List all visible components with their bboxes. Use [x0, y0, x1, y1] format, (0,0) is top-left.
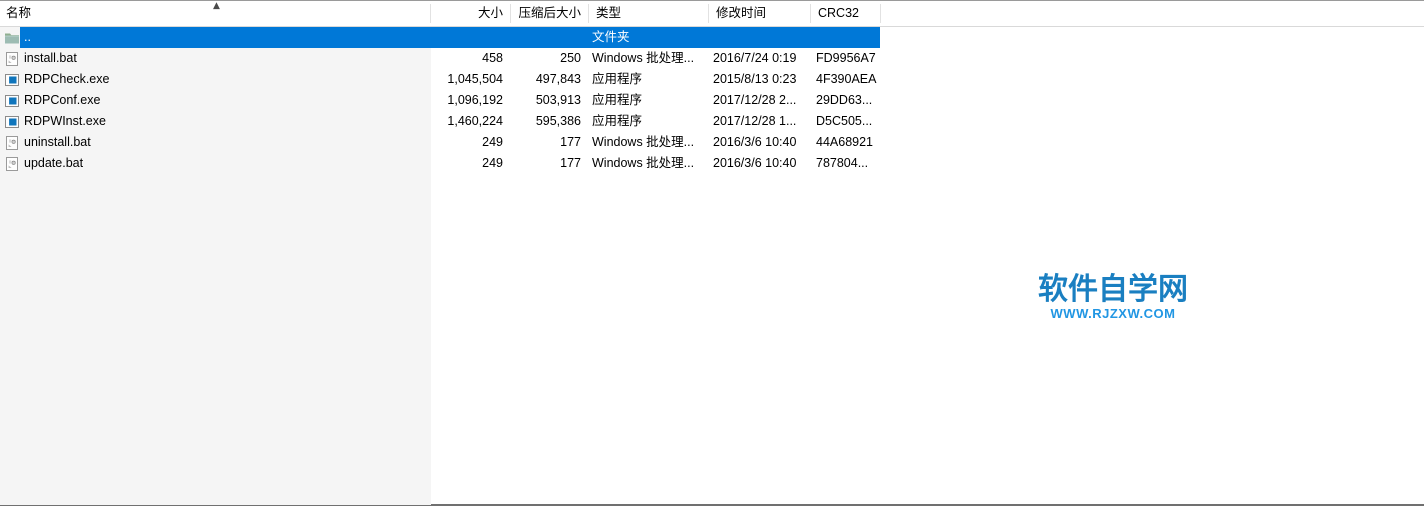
application-icon: [4, 72, 20, 88]
file-name-cell[interactable]: RDPConf.exe: [0, 90, 430, 111]
file-crc32-cell: 787804...: [816, 156, 869, 170]
column-header-type-label: 类型: [596, 6, 622, 20]
file-crc32-cell: D5C505...: [816, 114, 873, 128]
file-name-label: install.bat: [24, 51, 77, 65]
file-modified-cell: 2017/12/28 2...: [713, 93, 797, 107]
file-type-cell: Windows 批处理...: [592, 51, 695, 65]
file-packed-size-cell: 177: [560, 156, 581, 170]
file-packed-size-cell: [510, 27, 586, 48]
file-name-label: update.bat: [24, 156, 84, 170]
file-row[interactable]: RDPCheck.exe 1,045,504 497,843 应用程序 2015/8/1…: [0, 69, 1424, 90]
file-name-label: uninstall.bat: [24, 135, 91, 149]
file-row[interactable]: .. 文件夹: [0, 27, 1424, 48]
watermark-site-url: WWW.RJZXW.COM: [1050, 306, 1176, 321]
column-header-size[interactable]: 大小: [432, 1, 510, 26]
file-packed-size-cell: 595,386: [535, 114, 581, 128]
application-icon: [4, 114, 20, 130]
file-type-cell: 文件夹: [592, 30, 630, 44]
column-header-modified[interactable]: 修改时间: [710, 1, 810, 26]
file-name-cell[interactable]: RDPCheck.exe: [0, 69, 430, 90]
file-name-cell[interactable]: uninstall.bat: [0, 132, 430, 153]
file-size-cell: 249: [482, 156, 503, 170]
file-packed-size-cell: 497,843: [535, 72, 581, 86]
column-divider-name[interactable]: [430, 4, 431, 23]
file-packed-size-cell: 250: [560, 51, 581, 65]
application-icon: [4, 93, 20, 109]
file-row[interactable]: RDPConf.exe 1,096,192 503,913 应用程序 2017/12/2…: [0, 90, 1424, 111]
file-size-cell: 249: [482, 135, 503, 149]
file-name-cell[interactable]: ..: [0, 27, 430, 48]
file-crc32-cell: FD9956A7: [816, 51, 876, 65]
column-header-type[interactable]: 类型: [590, 1, 708, 26]
column-header-crc32[interactable]: CRC32: [812, 1, 880, 26]
batch-file-icon: [4, 51, 20, 67]
column-header-crc32-label: CRC32: [818, 6, 859, 20]
file-packed-size-cell: 177: [560, 135, 581, 149]
file-modified-cell: 2016/7/24 0:19: [713, 51, 797, 65]
file-size-cell: 1,096,192: [447, 93, 503, 107]
file-modified-cell: 2016/3/6 10:40: [713, 156, 797, 170]
file-name-label: RDPConf.exe: [24, 93, 101, 107]
sort-ascending-icon: ▲: [213, 1, 220, 11]
column-header-size-label: 大小: [477, 6, 503, 20]
file-packed-size-cell: 503,913: [535, 93, 581, 107]
file-crc32-cell: 4F390AEA: [816, 72, 877, 86]
watermark-site-name: 软件自学网: [1038, 272, 1188, 307]
column-header-packed-size[interactable]: 压缩后大小: [512, 1, 588, 26]
column-header-modified-label: 修改时间: [716, 6, 767, 20]
watermark: 软件自学网 WWW.RJZXW.COM: [1037, 273, 1189, 321]
file-type-cell: 应用程序: [592, 93, 643, 107]
archive-file-list-window: 名称 ▲ 大小 压缩后大小 类型 修改时间 CRC32 .. 文件夹 install…: [0, 0, 1424, 506]
folder-icon: [4, 30, 20, 46]
column-header-bar: 名称 ▲ 大小 压缩后大小 类型 修改时间 CRC32: [0, 1, 1424, 27]
file-list[interactable]: .. 文件夹 install.bat 458 250 Windows 批处理... 2016…: [0, 27, 1424, 174]
file-name-label: ..: [24, 30, 31, 44]
file-row[interactable]: update.bat 249 177 Windows 批处理... 2016/3/6 1…: [0, 153, 1424, 174]
file-size-cell: 1,460,224: [447, 114, 503, 128]
file-name-label: RDPWInst.exe: [24, 114, 106, 128]
file-name-cell[interactable]: install.bat: [0, 48, 430, 69]
file-crc32-cell: 29DD63...: [816, 93, 873, 107]
file-crc32-cell: [812, 27, 878, 48]
file-row[interactable]: uninstall.bat 249 177 Windows 批处理... 2016/3/…: [0, 132, 1424, 153]
file-modified-cell: [710, 27, 808, 48]
file-size-cell: 458: [482, 51, 503, 65]
column-divider-packed-size[interactable]: [588, 4, 589, 23]
file-name-cell[interactable]: RDPWInst.exe: [0, 111, 430, 132]
file-type-cell: Windows 批处理...: [592, 156, 695, 170]
column-divider-crc32[interactable]: [880, 4, 881, 23]
file-modified-cell: 2016/3/6 10:40: [713, 135, 797, 149]
file-size-cell: 1,045,504: [447, 72, 503, 86]
file-name-label: RDPCheck.exe: [24, 72, 110, 86]
file-crc32-cell: 44A68921: [816, 135, 874, 149]
column-divider-modified[interactable]: [810, 4, 811, 23]
column-divider-size[interactable]: [510, 4, 511, 23]
file-name-cell[interactable]: update.bat: [0, 153, 430, 174]
column-header-packed-size-label: 压缩后大小: [518, 6, 581, 20]
file-type-cell: 应用程序: [592, 72, 643, 86]
file-modified-cell: 2017/12/28 1...: [713, 114, 797, 128]
file-type-cell: Windows 批处理...: [592, 135, 695, 149]
file-row[interactable]: install.bat 458 250 Windows 批处理... 2016/7/24…: [0, 48, 1424, 69]
file-modified-cell: 2015/8/13 0:23: [713, 72, 797, 86]
batch-file-icon: [4, 135, 20, 151]
file-row[interactable]: RDPWInst.exe 1,460,224 595,386 应用程序 2017/12/…: [0, 111, 1424, 132]
batch-file-icon: [4, 156, 20, 172]
file-size-cell: [432, 27, 508, 48]
column-divider-type[interactable]: [708, 4, 709, 23]
file-type-cell: 应用程序: [592, 114, 643, 128]
